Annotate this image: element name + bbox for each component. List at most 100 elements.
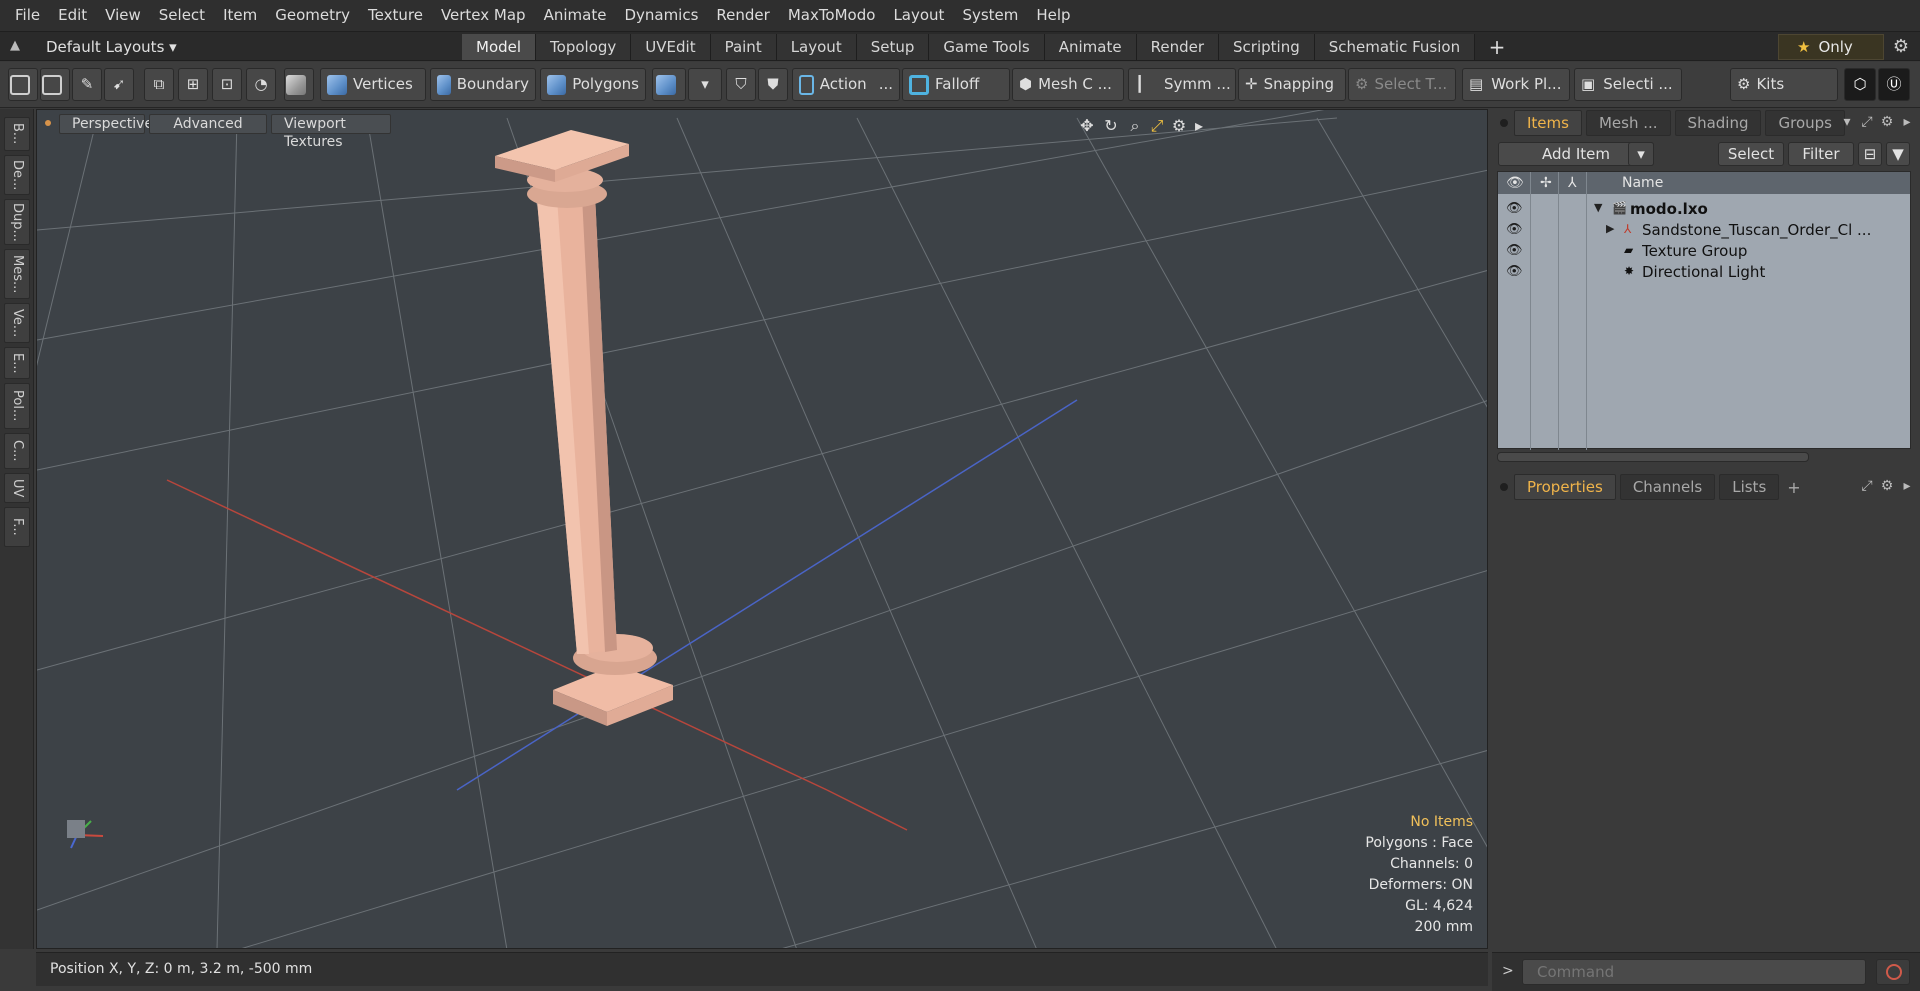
tab-animate[interactable]: Animate [1044, 34, 1137, 60]
menu-view[interactable]: View [96, 0, 150, 31]
items-horizontal-scrollbar[interactable] [1497, 451, 1911, 463]
tab-uvedit[interactable]: UVEdit [631, 34, 711, 60]
viewport-menu-dot[interactable] [45, 120, 51, 126]
menu-animate[interactable]: Animate [535, 0, 616, 31]
transform-button[interactable]: ⧉ [144, 68, 174, 101]
tab-lists[interactable]: Lists [1719, 474, 1780, 500]
menu-system[interactable]: System [953, 0, 1027, 31]
unreal-button[interactable]: Ⓤ [1878, 68, 1910, 101]
left-tab-fusion[interactable]: F... [4, 507, 30, 547]
maximize-icon[interactable]: ⤢ [1147, 116, 1167, 136]
menu-vertex-map[interactable]: Vertex Map [432, 0, 535, 31]
mesh-constraint-button[interactable]: ⬢ Mesh C ... [1012, 68, 1124, 101]
polygons-button[interactable]: Polygons [540, 68, 646, 101]
workplane-button[interactable]: ▤ Work Pl... [1462, 68, 1570, 101]
panel-more-icon[interactable]: ▸ [1898, 113, 1916, 131]
menu-geometry[interactable]: Geometry [266, 0, 359, 31]
add-tab-button[interactable]: + [1486, 35, 1508, 59]
left-tab-mesh-edit[interactable]: Mes... [4, 249, 30, 299]
only-button[interactable]: ★ Only [1778, 34, 1884, 60]
shield-button[interactable]: ⛉ [726, 68, 756, 101]
pan-icon[interactable]: ✥ [1077, 116, 1097, 136]
tab-items[interactable]: Items [1514, 110, 1582, 136]
tab-channels[interactable]: Channels [1619, 474, 1716, 500]
lasso-button[interactable]: ➹ [104, 68, 134, 101]
command-input[interactable] [1522, 959, 1866, 985]
item-mode-button[interactable] [284, 68, 314, 101]
eye-icon[interactable]: 👁 [1506, 222, 1523, 237]
left-tab-deform[interactable]: De... [4, 155, 30, 195]
tab-model[interactable]: Model [462, 34, 537, 60]
panel-menu-dot[interactable] [1500, 119, 1508, 127]
menu-layout[interactable]: Layout [884, 0, 953, 31]
tab-topology[interactable]: Topology [536, 34, 632, 60]
left-tab-duplicate[interactable]: Dup... [4, 199, 30, 245]
kits-button[interactable]: ⚙ Kits [1730, 68, 1838, 101]
command-arrow-icon[interactable]: > [1502, 963, 1514, 979]
tab-layout[interactable]: Layout [776, 34, 857, 60]
expand-triangle-icon[interactable]: ▼ [1594, 201, 1606, 215]
menu-help[interactable]: Help [1027, 0, 1079, 31]
menu-render[interactable]: Render [707, 0, 778, 31]
tab-scripting[interactable]: Scripting [1219, 34, 1315, 60]
record-macro-button[interactable] [1876, 959, 1910, 985]
tabs-dropdown-icon[interactable]: ▾ [1838, 113, 1856, 131]
material-mode-button[interactable] [652, 68, 686, 101]
name-column-header[interactable]: Name [1622, 174, 1663, 192]
left-tab-basic[interactable]: B... [4, 117, 30, 151]
boundary-button[interactable]: Boundary [430, 68, 536, 101]
snapping-button[interactable]: ✛ Snapping [1238, 68, 1346, 101]
tuscan-column-model[interactable] [495, 130, 673, 726]
menu-item[interactable]: Item [214, 0, 266, 31]
eye-icon[interactable]: 👁 [1506, 243, 1523, 258]
pen-button[interactable]: ✎ [72, 68, 102, 101]
globe-button[interactable] [40, 68, 70, 101]
add-item-dropdown[interactable]: ▾ [1628, 142, 1654, 166]
shield-alt-button[interactable]: ⛊ [758, 68, 788, 101]
panel-more-icon[interactable]: ▸ [1898, 477, 1916, 495]
left-tab-polygon[interactable]: Pol... [4, 383, 30, 429]
filter-button[interactable]: Filter [1788, 142, 1854, 166]
zoom-icon[interactable]: ⌕ [1125, 116, 1145, 136]
grid-button[interactable]: ⊞ [178, 68, 208, 101]
left-tab-vertex[interactable]: Ve... [4, 303, 30, 343]
collapse-arrow-icon[interactable]: ▲ [10, 38, 30, 56]
tab-game-tools[interactable]: Game Tools [929, 34, 1045, 60]
tab-properties[interactable]: Properties [1514, 474, 1616, 500]
tab-setup[interactable]: Setup [856, 34, 930, 60]
menu-maxtomodo[interactable]: MaxToModo [779, 0, 885, 31]
menu-dynamics[interactable]: Dynamics [615, 0, 707, 31]
circle-select-button[interactable] [8, 68, 38, 101]
panel-gear-icon[interactable]: ⚙ [1878, 113, 1896, 131]
eye-icon[interactable]: 👁 [1506, 201, 1523, 216]
panel-expand-icon[interactable]: ⤢ [1858, 113, 1876, 131]
tab-groups[interactable]: Groups [1765, 110, 1845, 136]
viewport-gear-icon[interactable]: ⚙ [1169, 116, 1189, 136]
layout-selector[interactable]: Default Layouts ▾ [46, 36, 177, 58]
tab-render[interactable]: Render [1136, 34, 1220, 60]
select-button[interactable]: Select [1718, 142, 1784, 166]
panel-menu-dot[interactable] [1500, 483, 1508, 491]
panel-expand-icon[interactable]: ⤢ [1858, 477, 1876, 495]
menu-file[interactable]: File [6, 0, 49, 31]
3d-viewport[interactable]: Perspective Advanced Viewport Textures ✥… [36, 109, 1488, 949]
action-center-button[interactable]: Action... [792, 68, 900, 101]
mode-dropdown[interactable]: ▾ [688, 68, 722, 101]
selection-sets-button[interactable]: ▣ Selecti ... [1574, 68, 1682, 101]
vertices-button[interactable]: Vertices [320, 68, 426, 101]
tab-shading[interactable]: Shading [1674, 110, 1762, 136]
unity-button[interactable]: ⬡ [1844, 68, 1876, 101]
menu-texture[interactable]: Texture [359, 0, 432, 31]
collapse-icon[interactable]: ⊟ [1858, 142, 1882, 166]
eye-icon[interactable]: 👁 [1506, 264, 1523, 279]
tab-mesh-ops[interactable]: Mesh ... [1585, 110, 1671, 136]
list-item[interactable]: 👁 ✸ Directional Light [1498, 259, 1910, 284]
falloff-button[interactable]: Falloff [902, 68, 1010, 101]
panel-gear-icon[interactable]: ⚙ [1878, 477, 1896, 495]
left-tab-curve[interactable]: C... [4, 433, 30, 469]
tab-paint[interactable]: Paint [710, 34, 777, 60]
tab-schematic-fusion[interactable]: Schematic Fusion [1314, 34, 1476, 60]
gear-icon[interactable]: ⚙ [1888, 35, 1914, 59]
menu-edit[interactable]: Edit [49, 0, 96, 31]
lock-col-icon[interactable]: ✢ [1540, 174, 1552, 192]
